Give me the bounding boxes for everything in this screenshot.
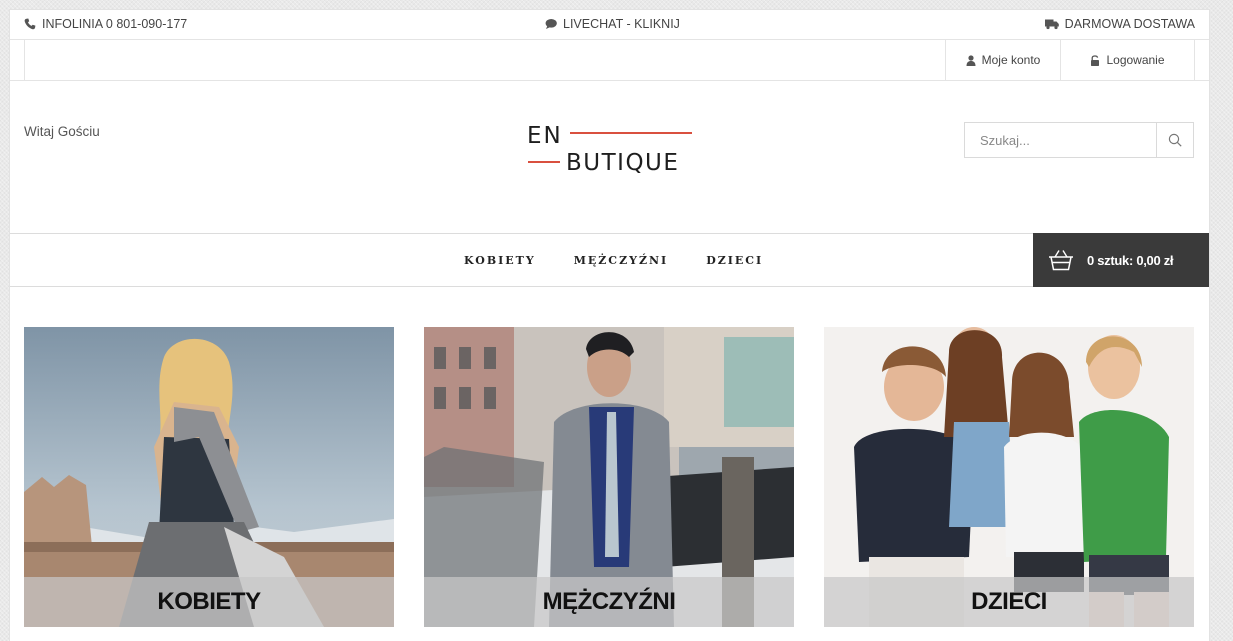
logo-text-en: EN	[527, 123, 563, 149]
infoline-text: INFOLINIA 0 801-090-177	[42, 17, 188, 31]
login-label: Logowanie	[1106, 53, 1165, 67]
login-link[interactable]: Logowanie	[1061, 40, 1194, 80]
divider	[24, 40, 25, 80]
unlock-icon	[1090, 54, 1100, 66]
top-info-bar: INFOLINIA 0 801-090-177 LIVECHAT - KLIKN…	[10, 10, 1209, 40]
account-bar: Moje konto Logowanie	[10, 40, 1209, 81]
category-card-dzieci[interactable]: DZIECI	[824, 327, 1194, 627]
my-account-link[interactable]: Moje konto	[946, 40, 1060, 80]
logo[interactable]: EN BUTIQUE	[527, 123, 697, 179]
search-button[interactable]	[1156, 123, 1193, 157]
my-account-label: Moje konto	[981, 53, 1041, 67]
logo-accent-line	[570, 132, 692, 134]
user-icon	[966, 54, 976, 66]
livechat-link[interactable]: LIVECHAT - KLIKNIJ	[545, 17, 680, 31]
cart-summary: 0 sztuk: 0,00 zł	[1087, 252, 1174, 268]
search-input[interactable]	[965, 123, 1156, 157]
phone-icon	[24, 18, 36, 30]
divider	[1194, 40, 1195, 80]
infoline[interactable]: INFOLINIA 0 801-090-177	[24, 17, 187, 31]
nav-item-dzieci[interactable]: DZIECI	[706, 254, 763, 267]
category-card-mezczyzni[interactable]: MĘŻCZYŹNI	[424, 327, 794, 627]
search-box	[964, 122, 1194, 158]
logo-text-butique: BUTIQUE	[566, 150, 680, 176]
page: INFOLINIA 0 801-090-177 LIVECHAT - KLIKN…	[9, 9, 1210, 641]
category-card-kobiety[interactable]: KOBIETY	[24, 327, 394, 627]
basket-icon	[1048, 249, 1074, 271]
category-label: KOBIETY	[24, 577, 394, 627]
free-shipping: DARMOWA DOSTAWA	[1044, 17, 1195, 31]
chat-bubble-icon	[545, 18, 557, 30]
logo-accent-line	[528, 161, 560, 163]
nav-item-mezczyzni[interactable]: MĘŻCZYŹNI	[574, 254, 668, 267]
nav-links: KOBIETY MĘŻCZYŹNI DZIECI	[464, 234, 801, 286]
welcome-message: Witaj Gościu	[24, 124, 100, 139]
main-nav: KOBIETY MĘŻCZYŹNI DZIECI 0 sztuk: 0,00 z…	[10, 233, 1209, 287]
free-shipping-text: DARMOWA DOSTAWA	[1064, 17, 1195, 31]
cart-button[interactable]: 0 sztuk: 0,00 zł	[1033, 233, 1209, 287]
livechat-text: LIVECHAT - KLIKNIJ	[563, 17, 680, 31]
category-label: DZIECI	[824, 577, 1194, 627]
truck-icon	[1044, 18, 1059, 30]
search-icon	[1168, 133, 1182, 147]
nav-item-kobiety[interactable]: KOBIETY	[464, 254, 536, 267]
category-label: MĘŻCZYŹNI	[424, 577, 794, 627]
